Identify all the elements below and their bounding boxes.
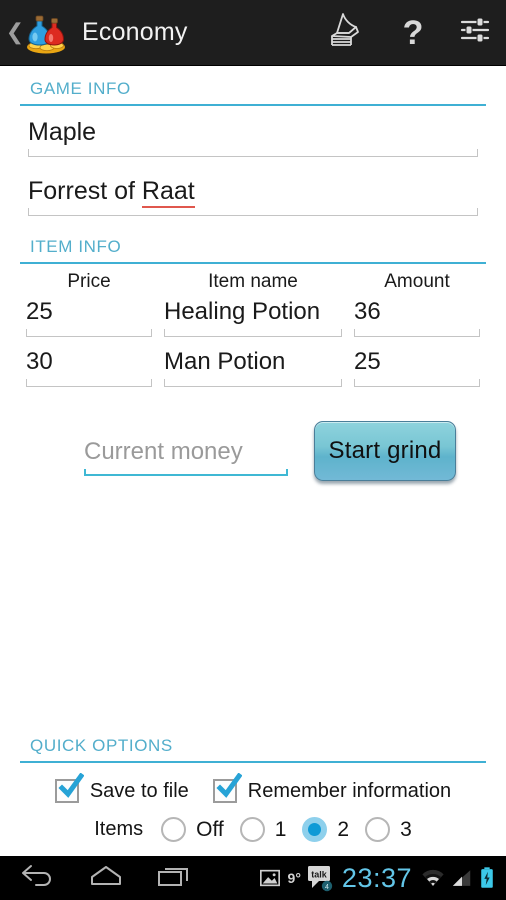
nav-recents-button[interactable]: [140, 856, 208, 900]
action-row: Current money Start grind: [20, 421, 486, 482]
back-chevron-icon: ❮: [5, 19, 25, 45]
paper-stack-icon: [325, 10, 365, 55]
radio-label-1[interactable]: 1: [275, 818, 287, 842]
item-price-value: 30: [26, 348, 53, 375]
location-input[interactable]: Forrest of Raat: [20, 172, 486, 224]
system-navigation-bar: 9° talk 4 23:37: [0, 856, 506, 900]
content-area: GAME INFO Maple Forrest of Raat ITEM INF…: [0, 66, 506, 856]
home-icon: [88, 863, 124, 894]
column-header-item-name: Item name: [208, 271, 298, 292]
item-name-value: Healing Potion: [164, 298, 321, 325]
radio-label-2[interactable]: 2: [337, 818, 349, 842]
current-money-input[interactable]: Current money: [78, 435, 294, 482]
radio-items-2[interactable]: [302, 817, 328, 842]
item-amount-underline: [354, 329, 480, 337]
items-radio-group: Items Off 1 2 3: [20, 817, 486, 848]
remember-information-checkbox[interactable]: [212, 772, 243, 803]
radio-label-3[interactable]: 3: [400, 818, 412, 842]
radio-label-off[interactable]: Off: [196, 818, 224, 842]
status-clock: 23:37: [341, 862, 412, 893]
item-price-underline: [26, 329, 152, 337]
item-amount-value: 36: [354, 298, 381, 325]
item-price-input[interactable]: 30: [20, 345, 158, 393]
item-name-input[interactable]: Healing Potion: [158, 295, 348, 343]
svg-text:4: 4: [325, 884, 329, 891]
nav-back-button[interactable]: [4, 856, 72, 900]
radio-items-1[interactable]: [239, 817, 265, 842]
remember-information-label[interactable]: Remember information: [248, 780, 451, 803]
current-money-placeholder: Current money: [84, 438, 243, 465]
section-divider-game-info: [20, 104, 486, 106]
start-grind-button[interactable]: Start grind: [314, 421, 456, 481]
item-price-underline: [26, 379, 152, 387]
section-header-quick-options: QUICK OPTIONS: [30, 736, 173, 755]
save-to-file-checkbox[interactable]: [54, 772, 85, 803]
item-name-underline: [164, 379, 342, 387]
location-underline: [28, 208, 478, 216]
item-row: 25 Healing Potion 36: [20, 295, 486, 343]
nav-home-button[interactable]: [72, 856, 140, 900]
section-header-item-info: ITEM INFO: [30, 237, 122, 256]
checkbox-row: Save to file Remember information: [20, 772, 486, 803]
item-amount-underline: [354, 379, 480, 387]
wifi-status-icon: [421, 868, 445, 889]
location-value: Forrest of Raat: [28, 176, 478, 208]
radio-items-3[interactable]: [365, 817, 391, 842]
game-name-value: Maple: [28, 118, 97, 146]
item-row: 30 Man Potion 25: [20, 345, 486, 393]
check-icon: [58, 772, 85, 799]
save-to-file-label[interactable]: Save to file: [90, 780, 189, 803]
question-mark-icon: ?: [402, 13, 424, 52]
check-icon: [216, 772, 243, 799]
recent-apps-icon: [156, 863, 192, 894]
action-bar: ❮ Economy ?: [0, 0, 506, 66]
page-title: Economy: [82, 18, 188, 46]
item-amount-input[interactable]: 25: [348, 345, 486, 393]
location-value-prefix: Forrest of: [28, 177, 142, 205]
current-money-underline: [84, 469, 288, 476]
item-name-value: Man Potion: [164, 348, 286, 375]
gallery-status-icon[interactable]: [259, 867, 281, 889]
app-root: ❮ Economy ? GAME INFO Maple Forrest of R…: [0, 0, 506, 900]
up-navigation-button[interactable]: ❮: [5, 19, 25, 45]
item-name-underline: [164, 329, 342, 337]
svg-text:talk: talk: [311, 870, 328, 880]
sliders-settings-icon: [457, 12, 493, 53]
settings-button[interactable]: [444, 0, 506, 66]
column-header-amount: Amount: [384, 271, 450, 292]
item-price-input[interactable]: 25: [20, 295, 158, 343]
temperature-status: 9°: [287, 870, 301, 886]
section-divider-quick-options: [20, 761, 486, 763]
item-amount-input[interactable]: 36: [348, 295, 486, 343]
cell-signal-status-icon: [451, 868, 473, 889]
location-value-misspelled: Raat: [141, 177, 195, 208]
quick-options-section: QUICK OPTIONS Save to file Remember info…: [20, 723, 486, 848]
section-header-game-info: GAME INFO: [30, 79, 131, 98]
game-name-underline: [28, 149, 478, 157]
potions-coins-icon: [23, 10, 69, 56]
help-button[interactable]: ?: [382, 0, 444, 66]
talk-notification-icon[interactable]: talk 4: [306, 863, 336, 893]
radio-items-off[interactable]: [161, 817, 187, 842]
item-price-value: 25: [26, 298, 53, 325]
back-arrow-icon: [20, 863, 56, 894]
paper-stack-button[interactable]: [308, 0, 382, 66]
items-radio-group-label: Items: [94, 818, 144, 840]
game-name-input[interactable]: Maple: [20, 113, 486, 165]
item-table-header: Price Item name Amount: [20, 264, 486, 293]
battery-charging-status-icon: [479, 866, 495, 890]
column-header-price: Price: [67, 271, 111, 292]
item-name-input[interactable]: Man Potion: [158, 345, 348, 393]
item-amount-value: 25: [354, 348, 381, 375]
